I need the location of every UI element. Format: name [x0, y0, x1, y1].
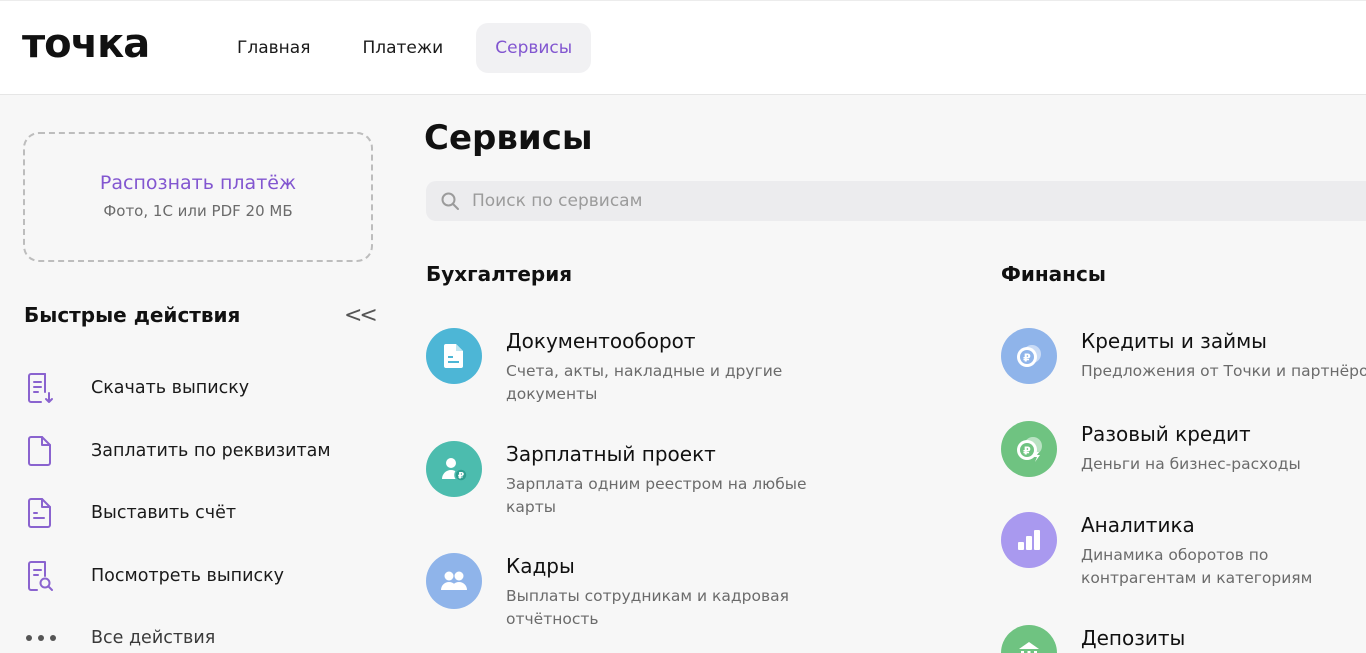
recognize-payment-title: Распознать платёж [99, 172, 297, 194]
top-header: точка Главная Платежи Сервисы [0, 0, 1366, 95]
quick-action-label: Посмотреть выписку [91, 565, 285, 586]
section-title-accounting: Бухгалтерия [426, 262, 573, 286]
quick-action-view-statement[interactable]: Посмотреть выписку [24, 545, 374, 608]
deposit-icon [1001, 625, 1057, 653]
service-description: Деньги на бизнес-расходы [1081, 455, 1301, 473]
service-description: Зарплата одним реестром на любые карты [506, 475, 807, 516]
bar-chart-icon [1001, 512, 1057, 568]
service-card-hr[interactable]: Кадры Выплаты сотрудникам и кадровая отч… [426, 553, 846, 633]
svg-text:₽: ₽ [1023, 352, 1031, 365]
service-description: Динамика оборотов по контрагентам и кате… [1081, 546, 1313, 587]
service-title: Кадры [506, 554, 575, 578]
coins-ruble-icon: ₽ [1001, 328, 1057, 384]
service-card-salary-project[interactable]: ₽ Зарплатный проект Зарплата одним реест… [426, 441, 846, 521]
recognize-payment-dropzone[interactable]: Распознать платёж Фото, 1С или PDF 20 МБ [23, 132, 373, 262]
logo[interactable]: точка [22, 21, 150, 67]
quick-actions-title: Быстрые действия [24, 303, 241, 327]
service-title: Документооборот [506, 329, 696, 353]
section-title-finance: Финансы [1001, 262, 1106, 286]
coin-lightning-icon: ₽ [1001, 421, 1057, 477]
service-title: Зарплатный проект [506, 442, 716, 466]
document-icon [24, 433, 60, 469]
quick-action-all-actions[interactable]: Все действия [24, 607, 374, 653]
service-card-one-time-credit[interactable]: ₽ Разовый кредит Деньги на бизнес-расход… [1001, 421, 1366, 501]
nav-tab-services[interactable]: Сервисы [476, 23, 592, 73]
quick-action-download-statement[interactable]: Скачать выписку [24, 357, 374, 420]
service-title: Разовый кредит [1081, 422, 1251, 446]
service-title: Кредиты и займы [1081, 329, 1267, 353]
search-icon [441, 192, 459, 210]
service-description: Выплаты сотрудникам и кадровая отчётност… [506, 587, 789, 628]
service-card-deposits[interactable]: Депозиты [1001, 625, 1366, 653]
invoice-icon [24, 495, 60, 531]
collapse-sidebar-button[interactable]: << [344, 303, 378, 328]
document-download-icon [24, 370, 60, 406]
document-icon [426, 328, 482, 384]
people-icon [426, 553, 482, 609]
employee-ruble-icon: ₽ [426, 441, 482, 497]
svg-text:₽: ₽ [458, 472, 464, 482]
service-title: Депозиты [1081, 626, 1186, 650]
service-card-credits-loans[interactable]: ₽ Кредиты и займы Предложения от Точки и… [1001, 328, 1366, 408]
quick-action-label: Выставить счёт [91, 503, 237, 524]
svg-text:₽: ₽ [1023, 445, 1031, 458]
quick-action-label: Все действия [91, 628, 216, 649]
service-title: Аналитика [1081, 513, 1195, 537]
service-description: Предложения от Точки и партнёров [1081, 362, 1366, 380]
quick-action-label: Заплатить по реквизитам [91, 440, 331, 461]
recognize-payment-hint: Фото, 1С или PDF 20 МБ [103, 202, 293, 220]
service-description: Счета, акты, накладные и другие документ… [506, 362, 783, 403]
quick-actions-list: Скачать выписку Заплатить по реквизитам … [24, 357, 374, 653]
quick-action-label: Скачать выписку [91, 378, 250, 399]
quick-action-pay-by-details[interactable]: Заплатить по реквизитам [24, 420, 374, 483]
more-dots-icon [24, 620, 60, 653]
quick-action-issue-invoice[interactable]: Выставить счёт [24, 482, 374, 545]
main-nav: Главная Платежи Сервисы [218, 23, 605, 73]
nav-tab-payments[interactable]: Платежи [343, 23, 462, 73]
nav-tab-home[interactable]: Главная [218, 23, 329, 73]
document-search-icon [24, 558, 60, 594]
search-input[interactable] [472, 191, 1172, 211]
service-card-analytics[interactable]: Аналитика Динамика оборотов по контраген… [1001, 512, 1366, 592]
page-title: Сервисы [424, 118, 593, 158]
services-search [426, 181, 1366, 221]
service-card-document-flow[interactable]: Документооборот Счета, акты, накладные и… [426, 328, 846, 408]
